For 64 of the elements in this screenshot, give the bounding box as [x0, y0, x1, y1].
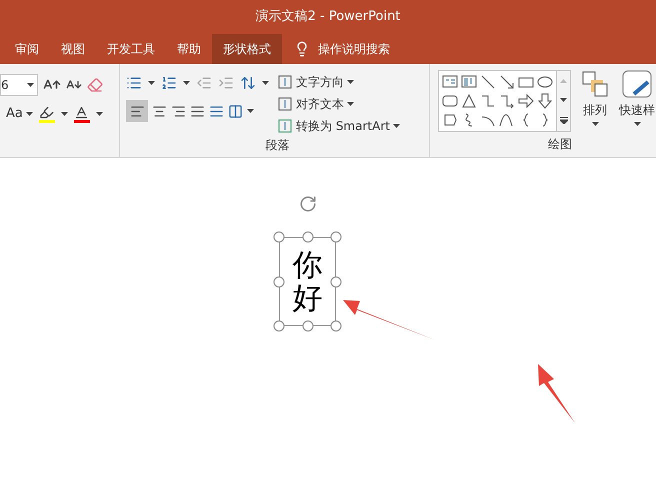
columns-icon[interactable] — [228, 104, 243, 118]
group-label: 段落 — [266, 137, 290, 154]
dropdown-caret-icon — [634, 122, 640, 126]
font-color-icon[interactable] — [74, 104, 90, 120]
paragraph-command-button[interactable]: 转换为 SmartArt — [277, 116, 400, 136]
highlight-color-bar — [38, 120, 55, 123]
resize-handle[interactable] — [330, 232, 342, 242]
arrange-icon — [581, 70, 609, 98]
shape-gallery[interactable] — [438, 70, 571, 132]
dropdown-caret-icon — [247, 109, 254, 113]
change-case-button[interactable]: Aa — [6, 104, 33, 124]
dropdown-caret-icon — [392, 124, 400, 128]
window-title: 演示文稿2 - PowerPoint — [256, 8, 400, 26]
ribbon-tab[interactable]: 开发工具 — [96, 34, 166, 64]
dropdown-caret-icon — [26, 112, 33, 116]
font-color-bar — [74, 120, 90, 123]
rotate-handle-icon[interactable] — [299, 195, 317, 213]
ribbon-tab[interactable]: 视图 — [50, 34, 96, 64]
resize-handle[interactable] — [274, 320, 284, 332]
ribbon-tab[interactable]: 形状格式 — [212, 34, 282, 64]
triangle-icon[interactable] — [460, 92, 478, 110]
vertical-text: 你好 — [292, 248, 322, 314]
font-size-value: 6 — [1, 77, 9, 94]
paragraph-command-button[interactable]: 文字方向 — [277, 72, 400, 92]
tell-me-field[interactable]: 操作说明搜索 — [318, 40, 438, 58]
dropdown-caret-icon — [96, 112, 103, 116]
down-arrow-icon[interactable] — [536, 92, 554, 110]
dropdown-caret-icon — [347, 102, 354, 106]
more-icon[interactable] — [560, 116, 568, 124]
arrow-line-icon[interactable] — [498, 73, 516, 91]
align-right-icon[interactable] — [171, 104, 186, 118]
paragraph-command-button[interactable]: 对齐文本 — [277, 94, 400, 114]
dropdown-caret-icon — [592, 122, 598, 126]
eraser-icon[interactable] — [87, 77, 103, 93]
dropdown-caret-icon — [27, 83, 34, 87]
align-center-icon[interactable] — [152, 104, 167, 118]
align-left-button[interactable] — [126, 100, 148, 122]
dropdown-caret-icon — [148, 81, 155, 85]
numbering-icon[interactable] — [161, 75, 177, 91]
line-icon[interactable] — [479, 73, 497, 91]
ribbon-tab[interactable]: 帮助 — [166, 34, 212, 64]
resize-handle[interactable] — [274, 276, 284, 287]
dropdown-caret-icon — [183, 81, 190, 85]
dropdown-caret-icon — [60, 112, 68, 116]
arrange-button[interactable]: 排列 — [581, 70, 609, 132]
ribbon-tab[interactable]: 审阅 — [4, 34, 50, 64]
resize-handle[interactable] — [274, 232, 284, 242]
justify-icon[interactable] — [190, 104, 205, 118]
highlighter-icon[interactable] — [39, 104, 54, 120]
right-arrow-icon[interactable] — [517, 92, 535, 110]
dropdown-caret-icon — [347, 80, 354, 84]
dropdown-caret-icon — [560, 98, 567, 102]
line-spacing-icon[interactable] — [240, 75, 256, 91]
resize-handle[interactable] — [330, 276, 342, 287]
resize-handle[interactable] — [302, 320, 313, 332]
quick-styles-button[interactable]: 快速样 — [619, 70, 655, 132]
bullets-icon[interactable] — [126, 75, 142, 91]
group-label: 绘图 — [548, 137, 572, 151]
annotation-arrow — [536, 364, 576, 424]
align-left-icon — [130, 104, 144, 118]
resize-handle[interactable] — [330, 320, 342, 332]
dropdown-caret-icon — [262, 81, 269, 85]
resize-handle[interactable] — [302, 232, 313, 242]
font-size-field[interactable]: 6 — [0, 74, 38, 96]
